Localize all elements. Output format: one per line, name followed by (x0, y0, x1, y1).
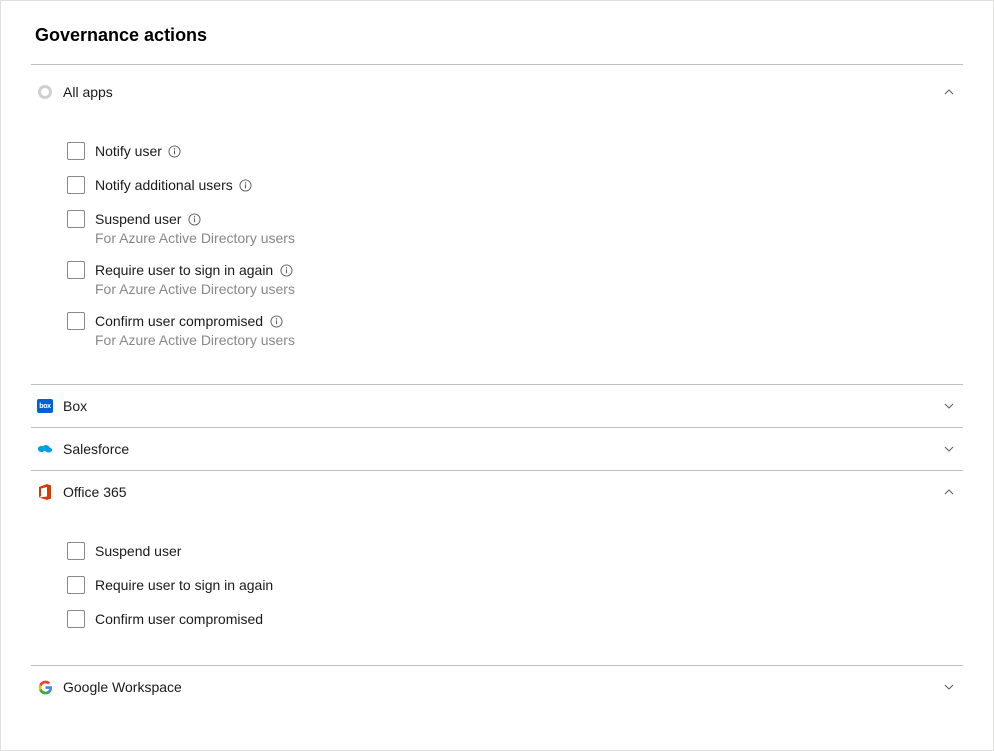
section-google-workspace: Google Workspace (31, 666, 963, 708)
box-app-icon: box (37, 398, 53, 414)
option-require-signin: Require user to sign in again For Azure … (67, 260, 963, 297)
option-suspend-user: Suspend user For Azure Active Directory … (67, 209, 963, 246)
section-label: Office 365 (63, 484, 943, 500)
section-label: Google Workspace (63, 679, 943, 695)
google-workspace-app-icon (37, 679, 53, 695)
option-confirm-compromised: Confirm user compromised For Azure Activ… (67, 311, 963, 348)
option-require-signin: Require user to sign in again (67, 575, 963, 595)
panel-title: Governance actions (35, 25, 963, 46)
section-header-all-apps[interactable]: All apps (31, 71, 963, 113)
option-suspend-user: Suspend user (67, 541, 963, 561)
section-label: Salesforce (63, 441, 943, 457)
salesforce-app-icon (37, 441, 53, 457)
section-options-office-365: Suspend user Require user to sign in aga… (31, 513, 963, 665)
chevron-up-icon (943, 486, 955, 498)
option-notify-user: Notify user (67, 141, 963, 161)
chevron-up-icon (943, 86, 955, 98)
chevron-down-icon (943, 400, 955, 412)
checkbox-suspend-user[interactable] (67, 542, 85, 560)
option-label: Confirm user compromised (95, 311, 263, 331)
checkbox-require-signin[interactable] (67, 576, 85, 594)
info-icon[interactable] (187, 212, 201, 226)
option-label: Confirm user compromised (95, 609, 263, 629)
divider (31, 64, 963, 65)
checkbox-notify-additional-users[interactable] (67, 176, 85, 194)
section-salesforce: Salesforce (31, 428, 963, 471)
governance-actions-panel: Governance actions All apps Notify user (0, 0, 994, 751)
option-notify-additional-users: Notify additional users (67, 175, 963, 195)
chevron-down-icon (943, 681, 955, 693)
chevron-down-icon (943, 443, 955, 455)
section-label: Box (63, 398, 943, 414)
option-label: Notify additional users (95, 175, 233, 195)
section-box: box Box (31, 385, 963, 428)
section-header-box[interactable]: box Box (31, 385, 963, 427)
info-icon[interactable] (239, 178, 253, 192)
all-apps-icon (37, 84, 53, 100)
section-all-apps: All apps Notify user (31, 71, 963, 385)
section-header-office-365[interactable]: Office 365 (31, 471, 963, 513)
info-icon[interactable] (279, 263, 293, 277)
option-subtext: For Azure Active Directory users (95, 281, 295, 297)
section-options-all-apps: Notify user Notify additional users (31, 113, 963, 384)
checkbox-notify-user[interactable] (67, 142, 85, 160)
option-subtext: For Azure Active Directory users (95, 332, 295, 348)
option-label: Suspend user (95, 541, 181, 561)
checkbox-suspend-user[interactable] (67, 210, 85, 228)
checkbox-require-signin[interactable] (67, 261, 85, 279)
office365-app-icon (37, 484, 53, 500)
option-subtext: For Azure Active Directory users (95, 230, 295, 246)
section-label: All apps (63, 84, 943, 100)
section-header-google-workspace[interactable]: Google Workspace (31, 666, 963, 708)
section-office-365: Office 365 Suspend user Require user to … (31, 471, 963, 666)
checkbox-confirm-compromised[interactable] (67, 312, 85, 330)
checkbox-confirm-compromised[interactable] (67, 610, 85, 628)
section-header-salesforce[interactable]: Salesforce (31, 428, 963, 470)
info-icon[interactable] (269, 314, 283, 328)
option-label: Notify user (95, 141, 162, 161)
option-label: Suspend user (95, 209, 181, 229)
info-icon[interactable] (168, 144, 182, 158)
option-label: Require user to sign in again (95, 260, 273, 280)
option-label: Require user to sign in again (95, 575, 273, 595)
option-confirm-compromised: Confirm user compromised (67, 609, 963, 629)
